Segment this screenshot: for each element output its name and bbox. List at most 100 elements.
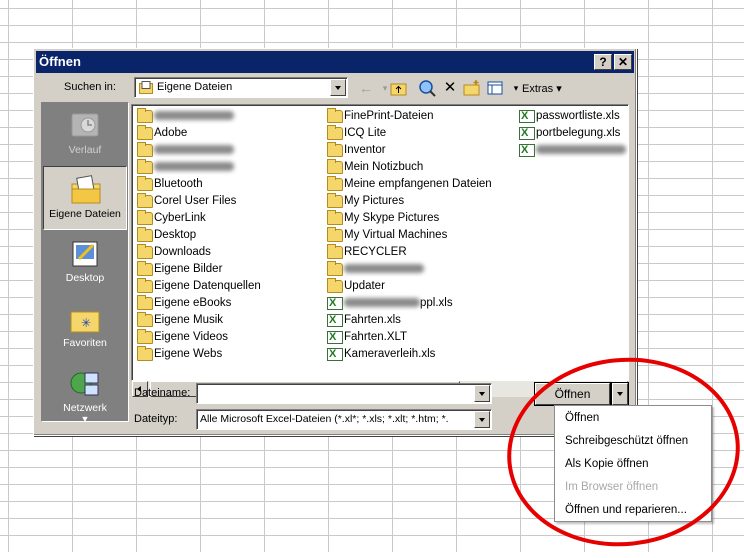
place-favoriten[interactable]: ✳ Favoriten [43,296,127,360]
file-list-item[interactable]: Inventor [324,142,516,159]
file-list-item[interactable]: CyberLink [134,210,324,227]
folder-icon [327,159,343,174]
file-icon [519,142,535,159]
folder-icon [327,176,343,191]
file-list-item[interactable]: portbelegung.xls [516,125,628,142]
desktop-icon [72,241,98,267]
delete-icon[interactable]: ✕ [440,79,460,97]
lookin-value: Eigene Dateien [157,81,233,93]
folder-icon [137,227,153,242]
extras-menu[interactable]: Extras ▾ [522,82,562,95]
my-documents-icon [139,81,153,94]
views-icon[interactable] [486,79,506,97]
folder-icon [327,210,343,225]
file-name: portbelegung.xls [536,127,621,139]
folder-icon [327,125,343,140]
place-verlauf[interactable]: Verlauf [43,103,127,167]
file-list-item[interactable]: Eigene eBooks [134,295,324,312]
file-list-item[interactable]: Updater [324,278,516,295]
places-bar: Verlauf Eigene Dateien Desktop ✳ Favorit… [41,102,129,425]
file-list-item[interactable]: Eigene Musik [134,312,324,329]
file-list-item[interactable]: ICQ Lite [324,125,516,142]
excel-file-icon [519,125,535,142]
folder-icon [327,261,343,276]
file-list-item[interactable] [324,261,516,278]
excel-file-icon [327,346,343,363]
file-list-item[interactable] [516,142,628,159]
file-list-item[interactable]: RECYCLER [324,244,516,261]
file-list-item[interactable]: Eigene Bilder [134,261,324,278]
excel-file-icon [519,108,535,125]
file-list-item[interactable]: Eigene Videos [134,329,324,346]
file-list-item[interactable]: My Pictures [324,193,516,210]
folder-icon [137,346,153,361]
folder-icon [137,295,153,310]
file-list-item[interactable]: Corel User Files [134,193,324,210]
file-list-item[interactable]: FinePrint-Dateien [324,108,516,125]
file-name: My Pictures [344,195,405,207]
excel-file-icon [327,312,343,329]
lookin-combo[interactable]: Eigene Dateien [134,77,348,98]
search-web-icon[interactable] [418,79,438,97]
file-name: RECYCLER [344,246,407,258]
file-name: Eigene eBooks [154,297,232,309]
file-list-item[interactable] [134,108,324,125]
filename-dropdown-arrow[interactable] [474,385,490,402]
file-name: Inventor [344,144,386,156]
place-eigene-dateien[interactable]: Eigene Dateien [43,166,127,230]
back-arrow-icon[interactable]: ← [356,79,376,97]
file-name: Corel User Files [154,195,237,207]
file-list-item[interactable]: Kameraverleih.xls [324,346,516,363]
file-list-item[interactable]: Meine empfangenen Dateien [324,176,516,193]
file-list-item[interactable]: ppl.xls [324,295,516,312]
folder-icon [137,312,153,327]
file-list-item[interactable]: Bluetooth [134,176,324,193]
file-list-item[interactable]: Eigene Datenquellen [134,278,324,295]
file-name: Desktop [154,229,197,241]
file-list-item[interactable]: passwortliste.xls [516,108,628,125]
lookin-dropdown-arrow[interactable] [330,79,346,96]
open-dialog: Öffnen ? ✕ Suchen in: Eigene Dateien ← ▾… [33,48,637,436]
place-label: Favoriten [63,337,107,349]
folder-icon [327,193,343,208]
folder-icon [137,329,153,344]
file-list-item[interactable]: Desktop [134,227,324,244]
file-name: ppl.xls [420,297,453,309]
excel-file-icon [327,329,343,346]
file-list[interactable]: Adobe Bluetooth Corel User Files CyberLink D… [131,104,629,381]
file-column-3: passwortliste.xls portbelegung.xls [516,108,628,159]
file-list-item[interactable]: Adobe [134,125,324,142]
file-name: Meine empfangenen Dateien [344,178,492,190]
filetype-dropdown-arrow[interactable] [474,411,490,428]
file-list-item[interactable]: Mein Notizbuch [324,159,516,176]
file-list-item[interactable]: Downloads [134,244,324,261]
folder-icon [137,108,153,123]
file-name: Mein Notizbuch [344,161,424,173]
file-name: Updater [344,280,385,292]
file-list-item[interactable]: Fahrten.xls [324,312,516,329]
filetype-select[interactable]: Alle Microsoft Excel-Dateien (*.xl*; *.x… [196,409,492,430]
file-list-item[interactable]: Fahrten.XLT [324,329,516,346]
places-scroll-down-icon[interactable]: ▼ [43,414,127,424]
file-list-item[interactable]: My Virtual Machines [324,227,516,244]
file-name: CyberLink [154,212,206,224]
file-list-item[interactable]: Eigene Webs [134,346,324,363]
folder-icon [137,142,153,157]
svg-text:✳: ✳ [81,316,91,330]
close-button[interactable]: ✕ [614,54,632,70]
folder-icon [327,227,343,242]
excel-file-icon [327,295,343,312]
history-icon [71,113,99,137]
file-list-item[interactable]: My Skype Pictures [324,210,516,227]
new-folder-icon[interactable] [462,79,482,97]
file-name: My Skype Pictures [344,212,440,224]
folder-icon [137,278,153,293]
redacted-name [536,145,626,155]
file-list-item[interactable] [134,142,324,159]
file-list-item[interactable] [134,159,324,176]
up-folder-icon[interactable] [389,79,409,97]
place-netzwerk[interactable]: Netzwerk ▼ [43,361,127,425]
filename-input[interactable] [196,383,492,404]
help-button[interactable]: ? [594,54,612,70]
place-desktop[interactable]: Desktop [43,231,127,295]
